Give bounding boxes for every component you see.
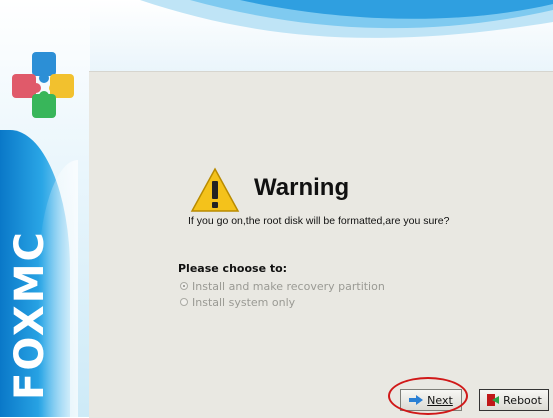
radio-button-selected[interactable] bbox=[180, 282, 188, 290]
highlight-annotation-circle bbox=[388, 377, 468, 415]
main-panel bbox=[89, 71, 553, 418]
option-install-with-recovery[interactable]: Install and make recovery partition bbox=[180, 279, 385, 293]
reboot-button[interactable]: Reboot bbox=[479, 389, 549, 411]
puzzle-logo-icon bbox=[12, 52, 74, 118]
reboot-button-label: Reboot bbox=[503, 393, 542, 407]
option-install-system-only[interactable]: Install system only bbox=[180, 295, 295, 309]
warning-title: Warning bbox=[254, 174, 350, 201]
warning-icon bbox=[190, 167, 240, 212]
option-label: Install system only bbox=[192, 295, 296, 309]
option-label: Install and make recovery partition bbox=[192, 279, 385, 293]
options-heading: Please choose to: bbox=[178, 262, 288, 275]
brand-logo-text: FOXMC bbox=[7, 230, 53, 400]
reboot-door-icon bbox=[487, 394, 500, 406]
radio-button[interactable] bbox=[180, 298, 188, 306]
warning-message: If you go on,the root disk will be forma… bbox=[188, 215, 450, 227]
